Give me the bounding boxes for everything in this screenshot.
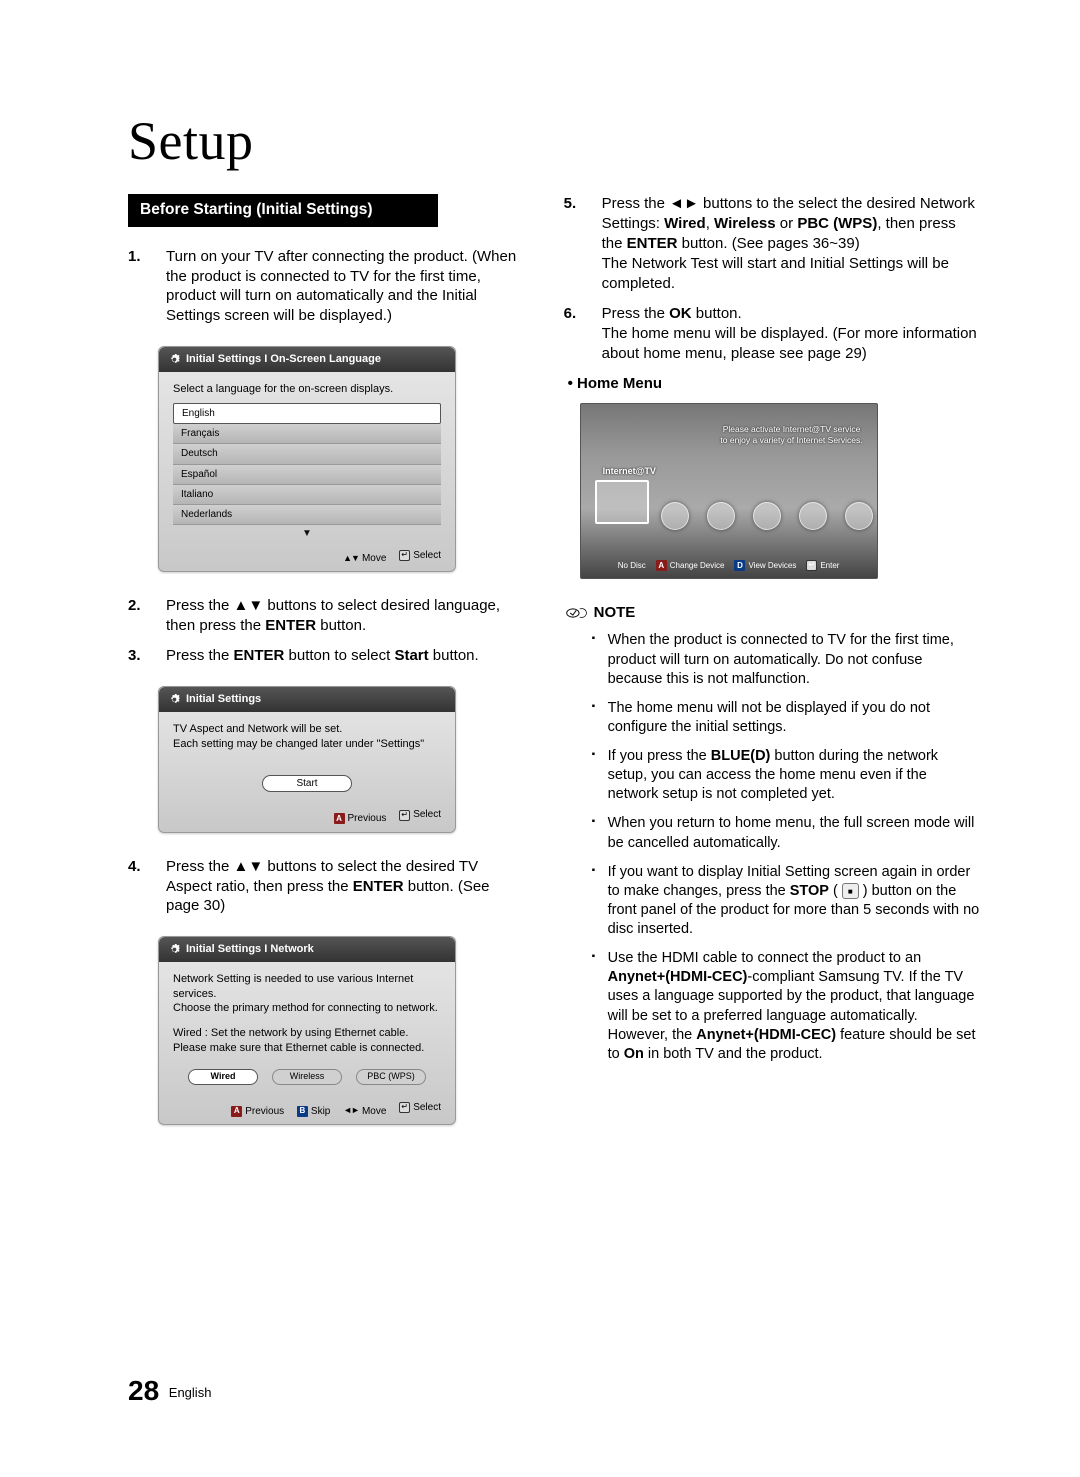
home-banner-2: to enjoy a variety of Internet Services.	[720, 435, 862, 446]
step-4: 4. Press the ▲▼ buttons to select the de…	[128, 857, 520, 917]
key-a-icon: A	[231, 1106, 242, 1117]
enter-key-icon	[399, 550, 410, 561]
home-icon[interactable]	[845, 502, 873, 530]
osd1-title: Initial Settings I On-Screen Language	[186, 352, 381, 367]
key-a-icon: A	[656, 560, 667, 571]
pbc-wps-button[interactable]: PBC (WPS)	[356, 1069, 426, 1085]
lang-english[interactable]: English	[173, 403, 441, 424]
osd2-line2: Each setting may be changed later under …	[173, 737, 441, 752]
step-1-text: Turn on your TV after connecting the pro…	[166, 247, 520, 327]
osd2-line1: TV Aspect and Network will be set.	[173, 722, 441, 737]
home-enter: Enter	[820, 561, 839, 572]
step-3: 3. Press the ENTER button to select Star…	[128, 646, 520, 666]
lang-francais[interactable]: Français	[173, 424, 441, 444]
key-a-icon: A	[334, 813, 345, 824]
step-6-num: 6.	[564, 304, 602, 364]
osd3-move: Move	[362, 1105, 386, 1118]
osd2-title: Initial Settings	[186, 692, 261, 707]
note-label: NOTE	[594, 603, 636, 623]
osd3-title: Initial Settings I Network	[186, 942, 314, 957]
wireless-button[interactable]: Wireless	[272, 1069, 342, 1085]
home-menu-screenshot: Please activate Internet@TV service to e…	[580, 403, 878, 579]
enter-key-icon	[399, 810, 410, 821]
step-4-text: Press the ▲▼ buttons to select the desir…	[166, 857, 520, 917]
enter-key-icon	[806, 560, 817, 571]
step-1-num: 1.	[128, 247, 166, 327]
note-2: The home menu will not be displayed if y…	[592, 699, 980, 737]
osd3-line3: Wired : Set the network by using Etherne…	[173, 1026, 441, 1041]
osd2-previous: Previous	[348, 812, 387, 825]
gear-icon	[169, 694, 180, 705]
updown-icon: ▲▼	[343, 553, 359, 565]
osd2-select: Select	[413, 808, 441, 821]
step-3-num: 3.	[128, 646, 166, 666]
page-number: 28	[128, 1375, 159, 1406]
step-6: 6. Press the OK button.The home menu wil…	[564, 304, 980, 364]
lang-italiano[interactable]: Italiano	[173, 485, 441, 505]
gear-icon	[169, 944, 180, 955]
step-1: 1. Turn on your TV after connecting the …	[128, 247, 520, 327]
step-2: 2. Press the ▲▼ buttons to select desire…	[128, 596, 520, 636]
step-2-num: 2.	[128, 596, 166, 636]
home-icon[interactable]	[661, 502, 689, 530]
home-change: Change Device	[670, 561, 725, 572]
note-6: Use the HDMI cable to connect the produc…	[592, 949, 980, 1064]
scroll-down-icon: ▼	[173, 527, 441, 540]
osd3-skip: Skip	[311, 1105, 330, 1118]
home-icon[interactable]	[753, 502, 781, 530]
note-1: When the product is connected to TV for …	[592, 631, 980, 688]
stop-key-icon	[842, 883, 859, 900]
page-language: English	[169, 1385, 212, 1400]
home-nodisc: No Disc	[618, 560, 646, 571]
step-2-text: Press the ▲▼ buttons to select desired l…	[166, 596, 520, 636]
leftright-icon: ◄►	[343, 1105, 359, 1117]
lang-nederlands[interactable]: Nederlands	[173, 505, 441, 525]
osd1-prompt: Select a language for the on-screen disp…	[173, 382, 441, 397]
note-3: If you press the BLUE(D) button during t…	[592, 747, 980, 804]
home-view: View Devices	[748, 561, 796, 572]
start-button[interactable]: Start	[262, 775, 352, 792]
osd3-line1: Network Setting is needed to use various…	[173, 972, 441, 1001]
wired-button[interactable]: Wired	[188, 1069, 258, 1085]
osd3-previous: Previous	[245, 1105, 284, 1118]
osd-network: Initial Settings I Network Network Setti…	[158, 936, 456, 1125]
home-icon[interactable]	[707, 502, 735, 530]
enter-key-icon	[399, 1102, 410, 1113]
lang-deutsch[interactable]: Deutsch	[173, 444, 441, 464]
note-5: If you want to display Initial Setting s…	[592, 863, 980, 940]
page-title: Setup	[128, 110, 980, 172]
step-5-num: 5.	[564, 194, 602, 294]
internet-tv-label: Internet@TV	[603, 466, 656, 478]
step-6-text: Press the OK button.The home menu will b…	[602, 304, 980, 364]
key-d-icon: D	[734, 560, 745, 571]
note-icon	[566, 606, 588, 620]
step-5-text: Press the ◄► buttons to the select the d…	[602, 194, 980, 294]
osd-start: Initial Settings TV Aspect and Network w…	[158, 686, 456, 832]
home-menu-header: Home Menu	[568, 374, 980, 394]
home-banner-1: Please activate Internet@TV service	[720, 424, 862, 435]
osd3-select: Select	[413, 1101, 441, 1114]
step-3-text: Press the ENTER button to select Start b…	[166, 646, 520, 666]
step-4-num: 4.	[128, 857, 166, 917]
osd3-line2: Choose the primary method for connecting…	[173, 1001, 441, 1016]
page-footer: 28 English	[128, 1375, 211, 1407]
lang-espanol[interactable]: Español	[173, 465, 441, 485]
section-header: Before Starting (Initial Settings)	[128, 194, 438, 227]
note-4: When you return to home menu, the full s…	[592, 814, 980, 852]
osd3-line4: Please make sure that Ethernet cable is …	[173, 1041, 441, 1056]
gear-icon	[169, 354, 180, 365]
home-tile-selected[interactable]	[595, 480, 649, 524]
step-5: 5. Press the ◄► buttons to the select th…	[564, 194, 980, 294]
osd1-select: Select	[413, 549, 441, 562]
home-icon[interactable]	[799, 502, 827, 530]
osd-language: Initial Settings I On-Screen Language Se…	[158, 346, 456, 572]
osd1-move: Move	[362, 552, 386, 565]
key-b-icon: B	[297, 1106, 308, 1117]
